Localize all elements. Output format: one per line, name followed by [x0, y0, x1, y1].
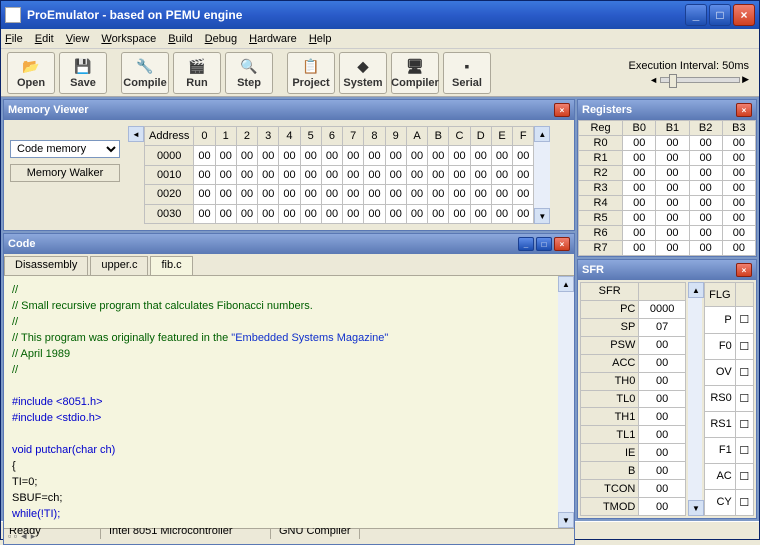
- registers-close-button[interactable]: ×: [736, 103, 752, 117]
- sfr-panel: SFR × SFRPC0000SP07PSW00ACC00TH000TL000T…: [577, 259, 757, 519]
- tab-upper-c[interactable]: upper.c: [90, 256, 148, 275]
- interval-increase[interactable]: ▶: [742, 74, 749, 85]
- memory-type-select[interactable]: Code memory: [10, 140, 120, 158]
- flag-AC-checkbox[interactable]: [735, 463, 753, 489]
- menu-view[interactable]: View: [66, 33, 90, 45]
- sfr-title: SFR: [582, 264, 604, 276]
- code-editor[interactable]: //// Small recursive program that calcul…: [4, 276, 558, 528]
- compile-button[interactable]: 🔧Compile: [121, 52, 169, 94]
- step-icon: 🔍: [238, 56, 260, 76]
- memory-viewer-panel: Memory Viewer × Code memory Memory Walke…: [3, 99, 575, 231]
- open-button[interactable]: 📂Open: [7, 52, 55, 94]
- mem-scroll-up[interactable]: ▲: [534, 126, 550, 142]
- registers-panel: Registers × RegB0B1B2B3R000000000R100000…: [577, 99, 757, 257]
- flag-CY-checkbox[interactable]: [735, 489, 753, 515]
- sfr-scroll-down[interactable]: ▼: [688, 500, 704, 516]
- sfr-scrollbar[interactable]: ▲▼: [688, 282, 702, 516]
- close-button[interactable]: ×: [733, 4, 755, 26]
- save-button[interactable]: 💾Save: [59, 52, 107, 94]
- window-title: ProEmulator - based on PEMU engine: [27, 8, 683, 22]
- titlebar: ProEmulator - based on PEMU engine _ □ ×: [1, 1, 759, 29]
- memory-viewer-title: Memory Viewer: [8, 104, 89, 116]
- project-button[interactable]: 📋Project: [287, 52, 335, 94]
- flag-F0-checkbox[interactable]: [735, 333, 753, 359]
- code-scrollbar[interactable]: ▲ ▼: [558, 276, 574, 528]
- serial-icon: ▪: [456, 56, 478, 76]
- menu-build[interactable]: Build: [168, 33, 192, 45]
- toolbar: 📂Open💾Save 🔧Compile🎬Run🔍Step 📋Project◆Syst…: [1, 49, 759, 97]
- compiler-icon: 🖥: [404, 56, 426, 76]
- code-panel: Code _ □ × Disassemblyupper.cfib.c //// …: [3, 233, 575, 545]
- compile-icon: 🔧: [134, 56, 156, 76]
- registers-header: Registers ×: [578, 100, 756, 120]
- registers-title: Registers: [582, 104, 632, 116]
- sfr-table: SFRPC0000SP07PSW00ACC00TH000TL000TH100TL…: [580, 282, 686, 516]
- system-icon: ◆: [352, 56, 374, 76]
- project-icon: 📋: [300, 56, 322, 76]
- minimize-button[interactable]: _: [685, 4, 707, 26]
- code-tabs: Disassemblyupper.cfib.c: [4, 254, 574, 276]
- code-maximize-button[interactable]: □: [536, 237, 552, 251]
- open-icon: 📂: [20, 56, 42, 76]
- menu-debug[interactable]: Debug: [205, 33, 237, 45]
- interval-slider[interactable]: [660, 77, 740, 83]
- maximize-button[interactable]: □: [709, 4, 731, 26]
- memory-close-button[interactable]: ×: [554, 103, 570, 117]
- menu-edit[interactable]: Edit: [35, 33, 54, 45]
- memory-viewer-header: Memory Viewer ×: [4, 100, 574, 120]
- code-header: Code _ □ ×: [4, 234, 574, 254]
- menu-help[interactable]: Help: [309, 33, 332, 45]
- code-minimize-button[interactable]: _: [518, 237, 534, 251]
- sfr-close-button[interactable]: ×: [736, 263, 752, 277]
- serial-button[interactable]: ▪Serial: [443, 52, 491, 94]
- compiler-button[interactable]: 🖥Compiler: [391, 52, 439, 94]
- registers-table: RegB0B1B2B3R000000000R100000000R20000000…: [578, 120, 756, 256]
- flag-P-checkbox[interactable]: [735, 307, 753, 333]
- code-scroll-down[interactable]: ▼: [558, 512, 574, 528]
- flag-OV-checkbox[interactable]: [735, 359, 753, 385]
- app-icon: [5, 7, 21, 23]
- memory-walker-button[interactable]: Memory Walker: [10, 164, 120, 182]
- run-button[interactable]: 🎬Run: [173, 52, 221, 94]
- execution-interval: Execution Interval: 50ms◄▶: [629, 60, 753, 85]
- tab-Disassembly[interactable]: Disassembly: [4, 256, 88, 275]
- tab-fib-c[interactable]: fib.c: [150, 256, 192, 275]
- mem-scroll-down[interactable]: ▼: [534, 208, 550, 224]
- flag-table: FLGPF0OVRS0RS1F1ACCY: [704, 282, 754, 516]
- menu-workspace[interactable]: Workspace: [101, 33, 156, 45]
- interval-decrease[interactable]: ◄: [649, 75, 658, 85]
- menu-file[interactable]: File: [5, 33, 23, 45]
- flag-RS1-checkbox[interactable]: [735, 411, 753, 437]
- memory-table: Address0123456789ABCDEF00000000000000000…: [144, 126, 534, 224]
- save-icon: 💾: [72, 56, 94, 76]
- sfr-scroll-up[interactable]: ▲: [688, 282, 704, 298]
- step-button[interactable]: 🔍Step: [225, 52, 273, 94]
- system-button[interactable]: ◆System: [339, 52, 387, 94]
- menubar: File Edit View Workspace Build Debug Hardware H…: [1, 29, 759, 49]
- flag-F1-checkbox[interactable]: [735, 437, 753, 463]
- code-scroll-up[interactable]: ▲: [558, 276, 574, 292]
- run-icon: 🎬: [186, 56, 208, 76]
- flag-RS0-checkbox[interactable]: [735, 385, 753, 411]
- mem-scroll-left[interactable]: ◄: [128, 126, 144, 142]
- sfr-header: SFR ×: [578, 260, 756, 280]
- code-close-button[interactable]: ×: [554, 237, 570, 251]
- workspace: Memory Viewer × Code memory Memory Walke…: [1, 97, 759, 521]
- menu-hardware[interactable]: Hardware: [249, 33, 297, 45]
- code-title: Code: [8, 238, 36, 250]
